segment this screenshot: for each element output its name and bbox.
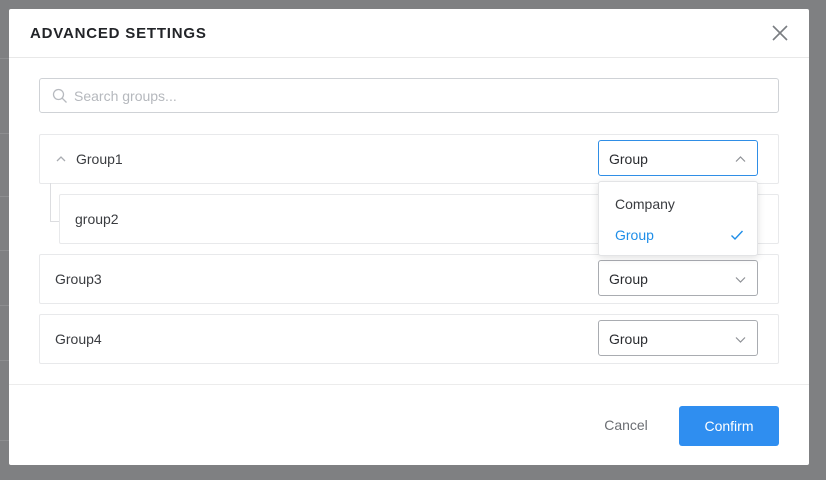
dropdown-option-group[interactable]: Group bbox=[599, 220, 757, 250]
advanced-settings-dialog: ADVANCED SETTINGS Group1 group2 Group3 G… bbox=[9, 9, 809, 465]
cancel-button[interactable]: Cancel bbox=[589, 407, 663, 443]
dialog-title: ADVANCED SETTINGS bbox=[30, 25, 207, 42]
confirm-button[interactable]: Confirm bbox=[679, 406, 779, 446]
close-icon bbox=[772, 25, 788, 41]
dropdown-option-label: Group bbox=[615, 227, 654, 243]
dialog-header: ADVANCED SETTINGS bbox=[9, 9, 809, 58]
dropdown-option-company[interactable]: Company bbox=[599, 189, 757, 219]
role-select[interactable]: Group bbox=[598, 140, 758, 176]
group-name: Group3 bbox=[55, 271, 102, 287]
role-select[interactable]: Group bbox=[598, 260, 758, 296]
group-name: Group1 bbox=[76, 151, 123, 167]
close-button[interactable] bbox=[771, 24, 789, 42]
dialog-footer: Cancel Confirm bbox=[9, 384, 809, 465]
check-icon bbox=[731, 230, 744, 241]
role-select-value: Group bbox=[609, 151, 648, 167]
chevron-up-icon bbox=[735, 156, 746, 162]
role-dropdown-menu: Company Group bbox=[598, 181, 758, 256]
dropdown-option-label: Company bbox=[615, 196, 675, 212]
role-select-value: Group bbox=[609, 271, 648, 287]
search-icon bbox=[52, 88, 67, 103]
role-select[interactable]: Group bbox=[598, 320, 758, 356]
search-input[interactable] bbox=[74, 79, 764, 112]
search-box[interactable] bbox=[39, 78, 779, 113]
chevron-down-icon bbox=[735, 277, 746, 283]
chevron-down-icon bbox=[735, 337, 746, 343]
role-select-value: Group bbox=[609, 331, 648, 347]
collapse-chevron-icon[interactable] bbox=[55, 153, 67, 165]
group-name: Group4 bbox=[55, 331, 102, 347]
group-name: group2 bbox=[75, 211, 119, 227]
